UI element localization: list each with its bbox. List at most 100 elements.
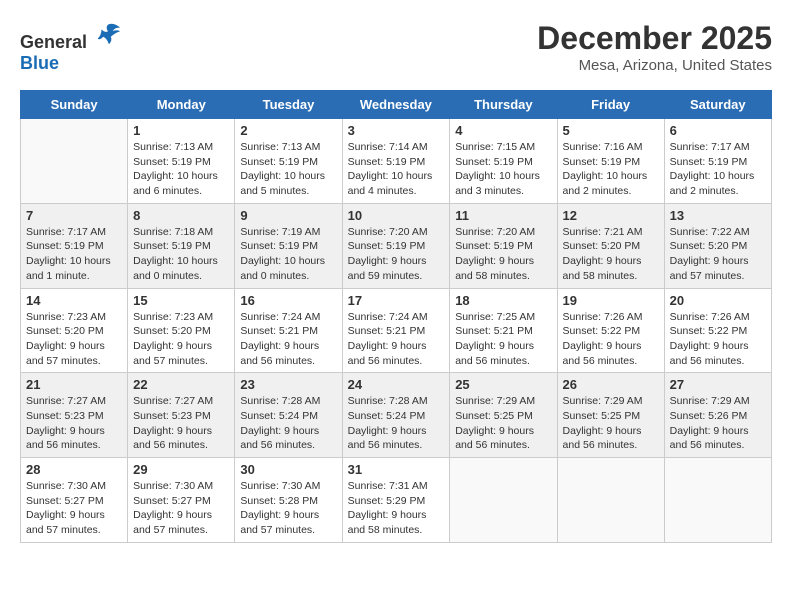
day-number: 3 — [348, 123, 445, 138]
day-info: Sunrise: 7:23 AM Sunset: 5:20 PM Dayligh… — [26, 310, 122, 369]
calendar-header-wednesday: Wednesday — [342, 91, 450, 119]
calendar-cell: 7 Sunrise: 7:17 AM Sunset: 5:19 PM Daylig… — [21, 203, 128, 288]
calendar-cell: 28 Sunrise: 7:30 AM Sunset: 5:27 PM Dayli… — [21, 458, 128, 543]
calendar-cell: 26 Sunrise: 7:29 AM Sunset: 5:25 PM Dayli… — [557, 373, 664, 458]
calendar-cell — [557, 458, 664, 543]
day-number: 24 — [348, 377, 445, 392]
day-info: Sunrise: 7:29 AM Sunset: 5:26 PM Dayligh… — [670, 394, 766, 453]
day-info: Sunrise: 7:21 AM Sunset: 5:20 PM Dayligh… — [563, 225, 659, 284]
calendar-table: SundayMondayTuesdayWednesdayThursdayFrid… — [20, 90, 772, 543]
day-info: Sunrise: 7:17 AM Sunset: 5:19 PM Dayligh… — [670, 140, 766, 199]
day-number: 7 — [26, 208, 122, 223]
page-subtitle: Mesa, Arizona, United States — [537, 57, 772, 74]
day-number: 21 — [26, 377, 122, 392]
calendar-cell: 22 Sunrise: 7:27 AM Sunset: 5:23 PM Dayli… — [128, 373, 235, 458]
logo: General Blue — [20, 20, 122, 74]
calendar-cell: 4Sunrise: 7:15 AM Sunset: 5:19 PM Daylig… — [450, 119, 557, 204]
day-info: Sunrise: 7:31 AM Sunset: 5:29 PM Dayligh… — [348, 479, 445, 538]
day-number: 26 — [563, 377, 659, 392]
day-number: 1 — [133, 123, 229, 138]
page-header: General Blue December 2025 Mesa, Arizona… — [20, 20, 772, 74]
calendar-cell: 13 Sunrise: 7:22 AM Sunset: 5:20 PM Dayli… — [664, 203, 771, 288]
calendar-cell: 3 Sunrise: 7:14 AM Sunset: 5:19 PM Daylig… — [342, 119, 450, 204]
day-number: 25 — [455, 377, 551, 392]
day-info: Sunrise: 7:29 AM Sunset: 5:25 PM Dayligh… — [455, 394, 551, 453]
calendar-cell: 29 Sunrise: 7:30 AM Sunset: 5:27 PM Dayli… — [128, 458, 235, 543]
calendar-cell: 16 Sunrise: 7:24 AM Sunset: 5:21 PM Dayli… — [235, 288, 342, 373]
day-number: 11 — [455, 208, 551, 223]
day-number: 18 — [455, 293, 551, 308]
calendar-cell: 30Sunrise: 7:30 AM Sunset: 5:28 PM Dayli… — [235, 458, 342, 543]
day-number: 5 — [563, 123, 659, 138]
day-info: Sunrise: 7:28 AM Sunset: 5:24 PM Dayligh… — [240, 394, 336, 453]
logo-bird-icon — [94, 20, 122, 48]
calendar-cell: 27 Sunrise: 7:29 AM Sunset: 5:26 PM Dayli… — [664, 373, 771, 458]
day-info: Sunrise: 7:18 AM Sunset: 5:19 PM Dayligh… — [133, 225, 229, 284]
day-number: 8 — [133, 208, 229, 223]
day-info: Sunrise: 7:30 AM Sunset: 5:27 PM Dayligh… — [26, 479, 122, 538]
day-info: Sunrise: 7:22 AM Sunset: 5:20 PM Dayligh… — [670, 225, 766, 284]
calendar-cell: 8 Sunrise: 7:18 AM Sunset: 5:19 PM Daylig… — [128, 203, 235, 288]
calendar-cell — [21, 119, 128, 204]
calendar-week-row: 28 Sunrise: 7:30 AM Sunset: 5:27 PM Dayli… — [21, 458, 772, 543]
day-number: 27 — [670, 377, 766, 392]
calendar-cell: 9Sunrise: 7:19 AM Sunset: 5:19 PM Daylig… — [235, 203, 342, 288]
calendar-week-row: 14 Sunrise: 7:23 AM Sunset: 5:20 PM Dayli… — [21, 288, 772, 373]
day-info: Sunrise: 7:20 AM Sunset: 5:19 PM Dayligh… — [348, 225, 445, 284]
logo-blue: Blue — [20, 53, 59, 73]
calendar-week-row: 21 Sunrise: 7:27 AM Sunset: 5:23 PM Dayli… — [21, 373, 772, 458]
day-info: Sunrise: 7:29 AM Sunset: 5:25 PM Dayligh… — [563, 394, 659, 453]
day-number: 13 — [670, 208, 766, 223]
day-info: Sunrise: 7:16 AM Sunset: 5:19 PM Dayligh… — [563, 140, 659, 199]
calendar-cell: 15 Sunrise: 7:23 AM Sunset: 5:20 PM Dayli… — [128, 288, 235, 373]
calendar-header-monday: Monday — [128, 91, 235, 119]
day-number: 19 — [563, 293, 659, 308]
day-info: Sunrise: 7:23 AM Sunset: 5:20 PM Dayligh… — [133, 310, 229, 369]
calendar-cell: 25 Sunrise: 7:29 AM Sunset: 5:25 PM Dayli… — [450, 373, 557, 458]
calendar-cell: 23 Sunrise: 7:28 AM Sunset: 5:24 PM Dayli… — [235, 373, 342, 458]
calendar-cell: 6 Sunrise: 7:17 AM Sunset: 5:19 PM Daylig… — [664, 119, 771, 204]
day-number: 2 — [240, 123, 336, 138]
day-number: 6 — [670, 123, 766, 138]
calendar-cell: 18Sunrise: 7:25 AM Sunset: 5:21 PM Dayli… — [450, 288, 557, 373]
day-info: Sunrise: 7:28 AM Sunset: 5:24 PM Dayligh… — [348, 394, 445, 453]
day-number: 17 — [348, 293, 445, 308]
day-info: Sunrise: 7:30 AM Sunset: 5:28 PM Dayligh… — [240, 479, 336, 538]
calendar-header-thursday: Thursday — [450, 91, 557, 119]
day-info: Sunrise: 7:24 AM Sunset: 5:21 PM Dayligh… — [240, 310, 336, 369]
day-info: Sunrise: 7:17 AM Sunset: 5:19 PM Dayligh… — [26, 225, 122, 284]
day-info: Sunrise: 7:19 AM Sunset: 5:19 PM Dayligh… — [240, 225, 336, 284]
day-number: 14 — [26, 293, 122, 308]
day-number: 28 — [26, 462, 122, 477]
logo-general: General — [20, 32, 87, 52]
calendar-cell — [664, 458, 771, 543]
calendar-week-row: 1 Sunrise: 7:13 AM Sunset: 5:19 PM Daylig… — [21, 119, 772, 204]
calendar-week-row: 7 Sunrise: 7:17 AM Sunset: 5:19 PM Daylig… — [21, 203, 772, 288]
day-number: 23 — [240, 377, 336, 392]
day-number: 22 — [133, 377, 229, 392]
day-info: Sunrise: 7:30 AM Sunset: 5:27 PM Dayligh… — [133, 479, 229, 538]
day-info: Sunrise: 7:13 AM Sunset: 5:19 PM Dayligh… — [133, 140, 229, 199]
calendar-header-row: SundayMondayTuesdayWednesdayThursdayFrid… — [21, 91, 772, 119]
day-info: Sunrise: 7:27 AM Sunset: 5:23 PM Dayligh… — [133, 394, 229, 453]
calendar-cell: 1 Sunrise: 7:13 AM Sunset: 5:19 PM Daylig… — [128, 119, 235, 204]
calendar-header-tuesday: Tuesday — [235, 91, 342, 119]
calendar-cell: 12Sunrise: 7:21 AM Sunset: 5:20 PM Dayli… — [557, 203, 664, 288]
day-number: 31 — [348, 462, 445, 477]
calendar-cell: 10 Sunrise: 7:20 AM Sunset: 5:19 PM Dayli… — [342, 203, 450, 288]
day-info: Sunrise: 7:14 AM Sunset: 5:19 PM Dayligh… — [348, 140, 445, 199]
day-number: 10 — [348, 208, 445, 223]
calendar-cell: 21 Sunrise: 7:27 AM Sunset: 5:23 PM Dayli… — [21, 373, 128, 458]
calendar-header-sunday: Sunday — [21, 91, 128, 119]
day-info: Sunrise: 7:27 AM Sunset: 5:23 PM Dayligh… — [26, 394, 122, 453]
calendar-cell: 11Sunrise: 7:20 AM Sunset: 5:19 PM Dayli… — [450, 203, 557, 288]
calendar-cell: 19Sunrise: 7:26 AM Sunset: 5:22 PM Dayli… — [557, 288, 664, 373]
calendar-cell: 2Sunrise: 7:13 AM Sunset: 5:19 PM Daylig… — [235, 119, 342, 204]
day-number: 29 — [133, 462, 229, 477]
calendar-cell: 31 Sunrise: 7:31 AM Sunset: 5:29 PM Dayli… — [342, 458, 450, 543]
day-number: 15 — [133, 293, 229, 308]
day-number: 16 — [240, 293, 336, 308]
calendar-cell: 14 Sunrise: 7:23 AM Sunset: 5:20 PM Dayli… — [21, 288, 128, 373]
day-number: 4 — [455, 123, 551, 138]
calendar-cell: 20Sunrise: 7:26 AM Sunset: 5:22 PM Dayli… — [664, 288, 771, 373]
